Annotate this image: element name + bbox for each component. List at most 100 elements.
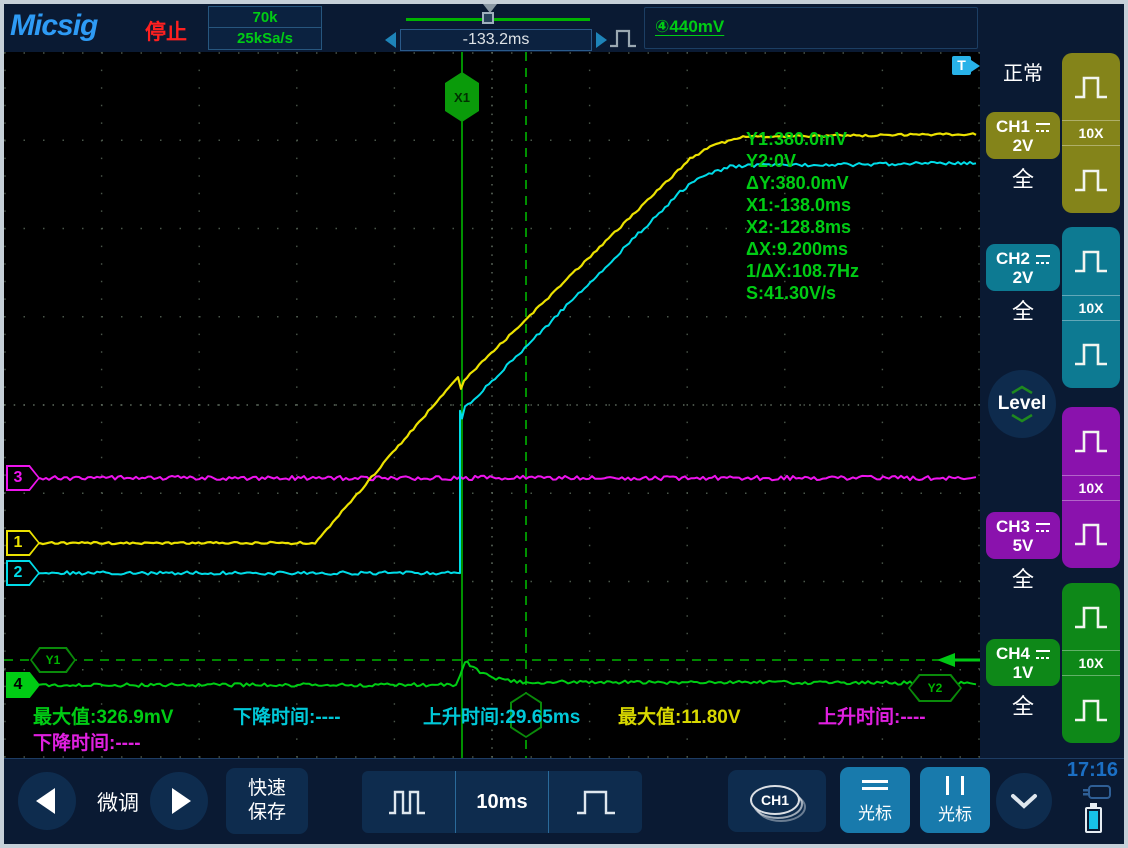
pulse-icon xyxy=(1070,600,1112,634)
ch1-trigger-panel[interactable]: 10X xyxy=(1062,53,1120,213)
ch2-badge[interactable]: CH2 2V xyxy=(986,244,1060,291)
ch3-bandwidth[interactable]: 全 xyxy=(986,562,1060,594)
more-button[interactable] xyxy=(996,773,1052,829)
channel-2-position-tag[interactable]: 2 xyxy=(6,560,40,586)
cursor-y2-marker[interactable]: Y2 xyxy=(908,674,962,702)
ch2-scale: 2V xyxy=(1013,268,1034,287)
ch2-trigger-panel[interactable]: 10X xyxy=(1062,227,1120,388)
waveform-display: 3124 X1 Y1 Y2 T Y1:380.0mVY2:0VΔY:380.0m… xyxy=(4,52,980,758)
channel-select-button[interactable]: CH1 xyxy=(728,770,826,832)
ch1-bandwidth[interactable]: 全 xyxy=(986,162,1060,194)
readout-line: ΔX:9.200ms xyxy=(746,238,859,260)
trigger-flag-arrow-icon xyxy=(971,60,980,72)
ch3-name: CH3 xyxy=(996,517,1030,536)
ch4-trigger-panel[interactable]: 10X xyxy=(1062,583,1120,743)
channel-3-position-tag[interactable]: 3 xyxy=(6,465,40,491)
horizontal-cursors-icon xyxy=(862,776,888,794)
ch1-badge[interactable]: CH1 2V xyxy=(986,112,1060,159)
trigger-source-icon: ④ xyxy=(655,17,669,36)
run-state-label[interactable]: 停止 xyxy=(145,16,187,46)
readout-line: X1:-138.0ms xyxy=(746,194,859,216)
ch1-name: CH1 xyxy=(996,117,1030,136)
ch3-attenuation: 10X xyxy=(1079,476,1104,500)
ch1-scale: 2V xyxy=(1013,136,1034,155)
clock: 17:16 xyxy=(1067,759,1118,782)
top-bar: Micsig 停止 70k 25kSa/s -133.2ms ④440mV xyxy=(4,4,1124,52)
quick-save-button[interactable]: 快速 保存 xyxy=(226,768,308,834)
dc-coupling-icon xyxy=(1036,123,1050,132)
acquisition-box[interactable]: 70k 25kSa/s xyxy=(208,6,322,50)
cursor-y1-marker[interactable]: Y1 xyxy=(30,647,76,673)
readout-line: Y2:0V xyxy=(746,150,859,172)
pulse-icon xyxy=(1070,517,1112,551)
ch1-attenuation: 10X xyxy=(1079,121,1104,145)
dc-coupling-icon xyxy=(1036,650,1050,659)
pulse-icon xyxy=(1070,424,1112,458)
right-sidebar: 正常 CH1 2V 全 10X CH2 2V 全 10X Level CH3 xyxy=(980,52,1124,758)
pulse-icon xyxy=(1070,337,1112,371)
bottom-toolbar: 微调 快速 保存 10ms CH1 光标 光标 xyxy=(4,758,1124,844)
h-position-track xyxy=(406,18,590,21)
sample-rate: 25kSa/s xyxy=(209,28,321,49)
readout-line: X2:-128.8ms xyxy=(746,216,859,238)
next-button[interactable] xyxy=(150,772,208,830)
ch4-bandwidth[interactable]: 全 xyxy=(986,689,1060,721)
ch2-attenuation: 10X xyxy=(1079,296,1104,320)
trigger-info-box[interactable]: ④440mV xyxy=(644,7,978,49)
ch3-scale: 5V xyxy=(1013,536,1034,555)
pulse-icon xyxy=(1070,163,1112,197)
ch2-bandwidth[interactable]: 全 xyxy=(986,294,1060,326)
pulse-icon xyxy=(1070,244,1112,278)
measurement-value: 上升时间:29.65ms xyxy=(423,702,580,729)
h-position-slider-handle[interactable] xyxy=(482,12,494,24)
readout-line: S:41.30V/s xyxy=(746,282,859,304)
h-position-right-arrow[interactable] xyxy=(596,32,607,48)
right-triangle-icon xyxy=(172,788,191,814)
oscilloscope-screen: Micsig 停止 70k 25kSa/s -133.2ms ④440mV 3 1… xyxy=(0,0,1128,848)
level-button[interactable]: Level xyxy=(988,370,1056,438)
wide-pulse-icon xyxy=(572,782,620,822)
vertical-cursor-button[interactable]: 光标 xyxy=(920,767,990,833)
h-position-left-arrow[interactable] xyxy=(385,32,396,48)
readout-line: Y1:380.0mV xyxy=(746,128,859,150)
ch3-trigger-panel[interactable]: 10X xyxy=(1062,407,1120,568)
cursor-readout: Y1:380.0mVY2:0VΔY:380.0mVX1:-138.0msX2:-… xyxy=(746,128,859,304)
h-position-value[interactable]: -133.2ms xyxy=(400,29,592,51)
pulse-icon xyxy=(1070,693,1112,727)
vertical-cursors-icon xyxy=(946,776,964,795)
channel-4-position-tag[interactable]: 4 xyxy=(6,672,40,698)
readout-line: ΔY:380.0mV xyxy=(746,172,859,194)
dc-coupling-icon xyxy=(1036,523,1050,532)
measurement-value: 下降时间:---- xyxy=(33,728,141,755)
memory-depth: 70k xyxy=(209,7,321,28)
channel-1-position-tag[interactable]: 1 xyxy=(6,530,40,556)
dc-coupling-icon xyxy=(1036,255,1050,264)
trigger-level-value: ④440mV xyxy=(655,17,724,37)
measurements-row2: 下降时间:---- xyxy=(4,728,980,752)
battery-icon xyxy=(1085,807,1102,833)
fine-adjust-label: 微调 xyxy=(88,787,148,817)
readout-line: 1/ΔX:108.7Hz xyxy=(746,260,859,282)
timebase-zoom-in-button[interactable] xyxy=(362,771,455,833)
trigger-mode-label[interactable]: 正常 xyxy=(990,57,1056,86)
pulse-icon xyxy=(1070,70,1112,104)
chevron-down-icon xyxy=(1009,413,1035,423)
horizontal-cursor-button[interactable]: 光标 xyxy=(840,767,910,833)
ch3-badge[interactable]: CH3 5V xyxy=(986,512,1060,559)
ch4-badge[interactable]: CH4 1V xyxy=(986,639,1060,686)
narrow-pulses-icon xyxy=(386,782,430,822)
trigger-position-flag[interactable]: T xyxy=(952,56,980,75)
channel-select-label: CH1 xyxy=(750,785,800,815)
timebase-zoom-out-button[interactable] xyxy=(548,771,642,833)
timebase-control: 10ms xyxy=(362,771,642,833)
prev-button[interactable] xyxy=(18,772,76,830)
ch4-name: CH4 xyxy=(996,644,1030,663)
ch4-attenuation: 10X xyxy=(1079,651,1104,675)
measurement-value: 最大值:11.80V xyxy=(618,702,741,729)
chevron-down-icon xyxy=(1008,790,1040,812)
measurement-value: 最大值:326.9mV xyxy=(33,702,173,729)
brand-logo: Micsig xyxy=(10,9,97,43)
trigger-slope-icon xyxy=(608,26,638,50)
timebase-value[interactable]: 10ms xyxy=(455,771,549,833)
ch2-name: CH2 xyxy=(996,249,1030,268)
